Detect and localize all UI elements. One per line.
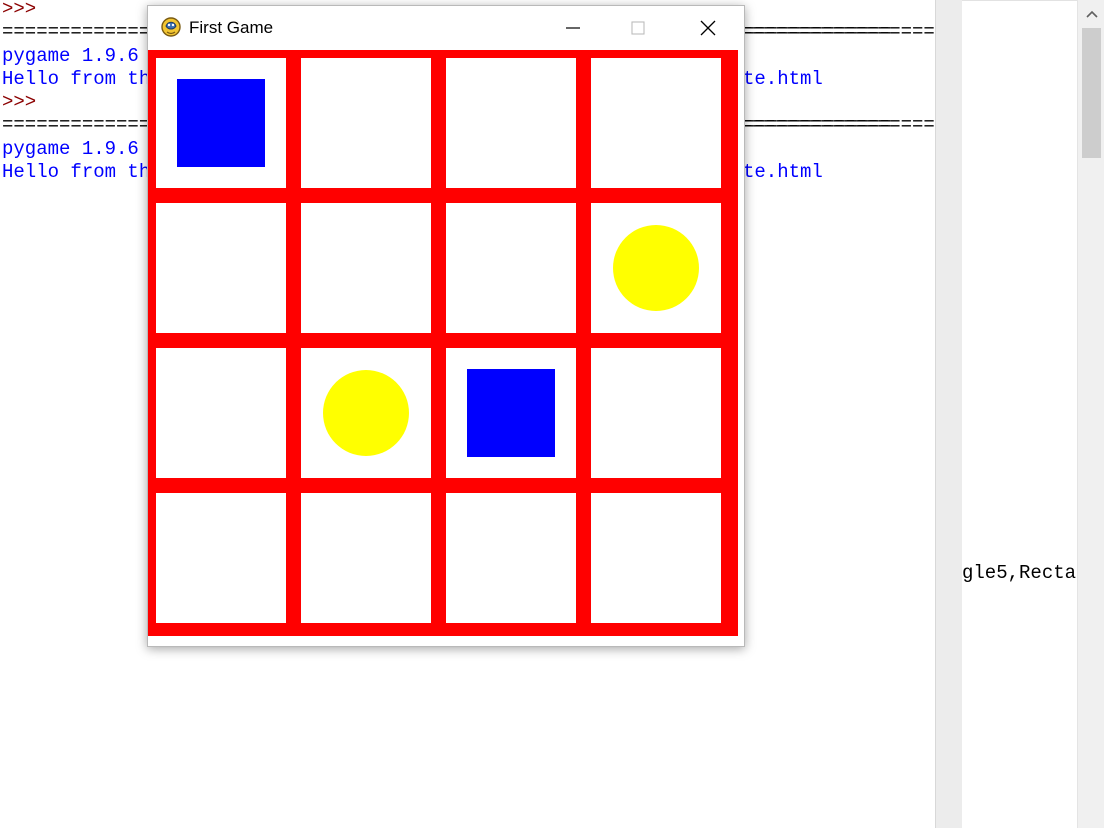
grid-cell[interactable] xyxy=(301,493,431,623)
shell-line: Hello from th xyxy=(2,161,151,183)
close-icon xyxy=(700,20,716,36)
editor-code-fragment: gle5,Recta xyxy=(962,562,1077,584)
grid-cell[interactable] xyxy=(591,58,721,188)
pygame-snake-icon xyxy=(160,16,182,38)
scrollbar-thumb[interactable] xyxy=(1082,28,1101,158)
grid-cell[interactable] xyxy=(156,203,286,333)
grid-cell[interactable] xyxy=(446,203,576,333)
maximize-icon xyxy=(631,21,645,35)
editor-pane[interactable]: gle5,Recta xyxy=(962,0,1077,829)
blue-square-piece xyxy=(177,79,265,167)
grid-cell[interactable] xyxy=(156,348,286,478)
window-title: First Game xyxy=(189,18,274,37)
editor-gutter xyxy=(935,0,963,828)
blue-square-piece xyxy=(467,369,555,457)
scroll-up-arrow-icon[interactable] xyxy=(1078,0,1104,28)
shell-fragment-1: te.html xyxy=(743,68,823,90)
vertical-scrollbar[interactable] xyxy=(1077,0,1104,828)
shell-line: >>> xyxy=(2,91,37,113)
grid-cell[interactable] xyxy=(301,58,431,188)
grid-cell[interactable] xyxy=(591,348,721,478)
minimize-button[interactable] xyxy=(543,6,603,50)
yellow-circle-piece xyxy=(323,370,409,456)
grid-cell[interactable] xyxy=(301,203,431,333)
game-window[interactable]: First Game xyxy=(147,5,745,647)
shell-line: >>> xyxy=(2,0,37,20)
close-button[interactable] xyxy=(678,6,738,50)
grid-cell[interactable] xyxy=(591,493,721,623)
shell-line: pygame 1.9.6 xyxy=(2,138,139,160)
grid-cell[interactable] xyxy=(446,493,576,623)
minimize-icon xyxy=(566,27,580,29)
window-titlebar[interactable]: First Game xyxy=(148,6,744,50)
grid-cell[interactable] xyxy=(446,58,576,188)
shell-line: pygame 1.9.6 xyxy=(2,45,139,67)
maximize-button[interactable] xyxy=(608,6,668,50)
shell-line: Hello from th xyxy=(2,68,151,90)
grid-cell[interactable] xyxy=(156,493,286,623)
shell-fragment-2: te.html xyxy=(743,161,823,183)
game-board xyxy=(148,50,738,636)
yellow-circle-piece xyxy=(613,225,699,311)
game-canvas[interactable] xyxy=(148,50,744,646)
